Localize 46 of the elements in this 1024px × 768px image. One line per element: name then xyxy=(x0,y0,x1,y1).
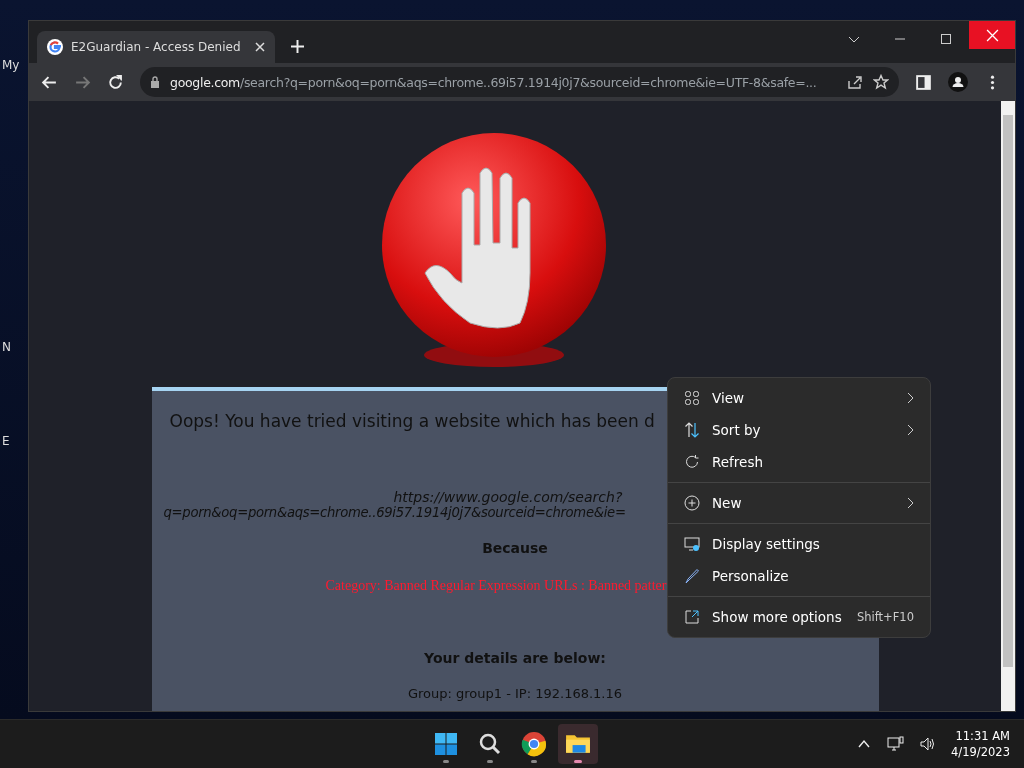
close-tab-icon[interactable] xyxy=(255,42,265,52)
scrollbar[interactable] xyxy=(1001,101,1015,711)
chevron-right-icon xyxy=(906,392,914,404)
chevron-right-icon xyxy=(906,497,914,509)
browser-tab[interactable]: E2Guardian - Access Denied xyxy=(37,31,275,63)
block-reason-text: Category: Banned Regular Expression URLs : Banned patter xyxy=(325,578,667,594)
google-logo-icon xyxy=(47,39,63,55)
menu-item[interactable]: Display settings xyxy=(672,528,926,560)
brush-icon xyxy=(684,568,700,584)
close-icon xyxy=(985,28,999,42)
plus-circle-icon xyxy=(684,495,700,511)
clock[interactable]: 11:31 AM 4/19/2023 xyxy=(951,728,1010,760)
details-heading: Your details are below: xyxy=(424,650,606,666)
address-bar[interactable]: google.com/search?q=porn&oq=porn&aqs=chrome..69i57.1914j0j7&sourceid=chrome&ie=UTF-8&safe=... xyxy=(140,67,899,97)
maximize-icon[interactable] xyxy=(940,33,952,45)
windows-logo-icon xyxy=(434,732,458,756)
desktop-icon-label[interactable]: My xyxy=(0,58,20,72)
profile-icon[interactable] xyxy=(948,72,968,92)
new-tab-icon[interactable] xyxy=(291,40,304,53)
desktop-icon-label[interactable]: E xyxy=(0,434,10,448)
share-icon[interactable] xyxy=(847,74,863,90)
chevron-right-icon xyxy=(906,424,914,436)
heading-text: Oops! You have tried visiting a website which has been d xyxy=(169,411,655,431)
blocked-url-text: q=porn&oq=porn&aqs=chrome..69i57.1914j0j7&sourceid=chrome&ie= xyxy=(162,505,627,520)
refresh-icon xyxy=(684,454,700,470)
because-label: Because xyxy=(482,540,548,556)
search-icon xyxy=(478,732,502,756)
menu-item[interactable]: Show more options Shift+F10 xyxy=(672,601,926,633)
star-icon[interactable] xyxy=(873,74,889,90)
browser-logo-icon xyxy=(521,731,547,757)
menu-item[interactable]: Sort by xyxy=(672,414,926,446)
sort-arrows-icon xyxy=(684,422,700,438)
desktop-icon-label[interactable]: N xyxy=(0,340,11,354)
taskbar-app[interactable] xyxy=(558,724,598,764)
lock-icon xyxy=(150,76,160,88)
reload-icon[interactable] xyxy=(107,73,124,91)
menu-item[interactable]: View xyxy=(672,382,926,414)
network-icon[interactable] xyxy=(887,736,906,752)
menu-item[interactable]: Personalize xyxy=(672,560,926,592)
external-window-icon xyxy=(684,609,700,625)
grid-icon xyxy=(684,390,700,406)
menu-item[interactable]: Refresh xyxy=(672,446,926,478)
details-text: Group: group1 - IP: 192.168.1.16 xyxy=(407,686,623,701)
menu-item[interactable]: New xyxy=(672,487,926,519)
side-panel-icon[interactable] xyxy=(915,73,932,91)
blocked-url-text: https://www.google.com/search? xyxy=(392,489,624,505)
